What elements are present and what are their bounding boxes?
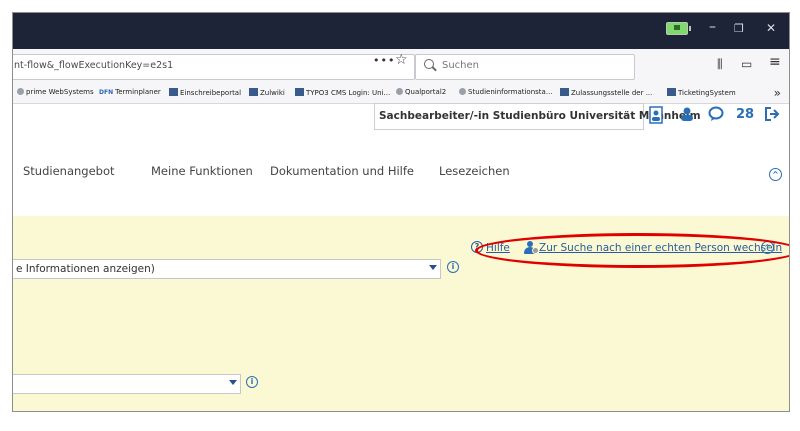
title-bar: – ❐ ✕ — [13, 13, 789, 49]
university-favicon-icon — [560, 88, 569, 96]
bookmark-label: Einschreibeportal — [180, 89, 242, 97]
bookmark-label: Qualportal2 — [405, 88, 447, 96]
bookmark-item[interactable]: Zulassungsstelle der ... — [560, 88, 652, 97]
role-select[interactable]: Sachbearbeiter/-in Studienbüro Universit… — [374, 103, 701, 130]
menu-item-studienangebot[interactable]: Studienangebot — [23, 164, 115, 178]
page-actions-icon[interactable]: ••• — [373, 54, 395, 67]
battery-icon — [666, 22, 691, 35]
bookmark-item[interactable]: Qualportal2 — [396, 88, 446, 96]
bookmark-item[interactable]: Einschreibeportal — [169, 88, 241, 97]
menu-item-dokumentation[interactable]: Dokumentation und Hilfe — [270, 164, 414, 178]
university-favicon-icon — [295, 88, 304, 96]
bookmark-item[interactable]: DFN Terminplaner — [99, 88, 161, 96]
bookmark-item[interactable]: prime WebSystems — [17, 88, 94, 96]
chevron-down-icon — [229, 380, 237, 385]
globe-icon — [17, 88, 24, 95]
chevron-down-icon — [429, 265, 437, 270]
annotation-highlight-ellipse — [475, 233, 789, 268]
bookmark-label: Studieninformationsta... — [468, 88, 553, 96]
bookmark-item[interactable]: Zulwiki — [249, 88, 285, 97]
info-select-value: e Informationen anzeigen) — [16, 263, 155, 275]
logout-icon[interactable] — [764, 106, 780, 122]
dfn-logo-icon: DFN — [99, 89, 114, 96]
maximize-button[interactable]: ❐ — [734, 22, 744, 36]
bookmarks-toolbar: prime WebSystems DFN Terminplaner Einschrei… — [13, 85, 789, 104]
bookmark-item[interactable]: TicketingSystem — [667, 88, 736, 97]
secondary-select[interactable] — [13, 374, 241, 394]
search-icon — [424, 59, 434, 69]
info-select[interactable]: e Informationen anzeigen) — [13, 259, 441, 279]
search-placeholder: Suchen — [442, 60, 480, 71]
library-icon[interactable]: ⫼ — [717, 57, 723, 71]
bookmark-label: Zulwiki — [260, 89, 285, 97]
info-icon[interactable]: i — [246, 376, 258, 388]
menu-item-lesezeichen[interactable]: Lesezeichen — [439, 164, 510, 178]
bookmarks-overflow-icon[interactable]: » — [774, 86, 781, 100]
bookmark-item[interactable]: TYPO3 CMS Login: Uni... — [295, 88, 390, 97]
bookmark-label: Zulassungsstelle der ... — [571, 89, 653, 97]
university-favicon-icon — [667, 88, 676, 96]
bookmark-star-icon[interactable]: ☆ — [395, 52, 408, 68]
info-icon[interactable]: i — [447, 261, 459, 273]
bookmark-label: Terminplaner — [115, 88, 161, 96]
bookmark-label: TYPO3 CMS Login: Uni... — [306, 89, 391, 97]
collapse-menu-icon[interactable]: ^ — [769, 168, 782, 181]
profile-card-icon[interactable] — [649, 106, 663, 124]
url-bar[interactable]: nt-flow&_flowExecutionKey=e2s1 — [13, 54, 415, 80]
university-favicon-icon — [249, 88, 258, 96]
search-input[interactable]: Suchen — [415, 54, 635, 80]
sidebar-icon[interactable]: ▭ — [741, 57, 752, 71]
close-button[interactable]: ✕ — [766, 21, 776, 35]
menu-item-meine-funktionen[interactable]: Meine Funktionen — [151, 164, 253, 178]
browser-window: – ❐ ✕ nt-flow&_flowExecutionKey=e2s1 •••… — [12, 12, 790, 412]
university-favicon-icon — [169, 88, 178, 96]
navigation-bar: nt-flow&_flowExecutionKey=e2s1 ••• ☆ Suc… — [13, 49, 789, 85]
hamburger-menu-icon[interactable]: ≡ — [769, 55, 781, 69]
url-text: nt-flow&_flowExecutionKey=e2s1 — [14, 60, 174, 71]
bookmark-item[interactable]: Studieninformationsta... — [459, 88, 553, 96]
bookmark-label: TicketingSystem — [678, 89, 736, 97]
bookmark-label: prime WebSystems — [26, 88, 94, 96]
globe-icon — [396, 88, 403, 95]
user-icon[interactable] — [680, 107, 694, 121]
messages-count[interactable]: 28 — [736, 107, 754, 122]
messages-icon[interactable] — [708, 106, 724, 122]
minimize-button[interactable]: – — [709, 20, 716, 34]
globe-icon — [459, 88, 466, 95]
